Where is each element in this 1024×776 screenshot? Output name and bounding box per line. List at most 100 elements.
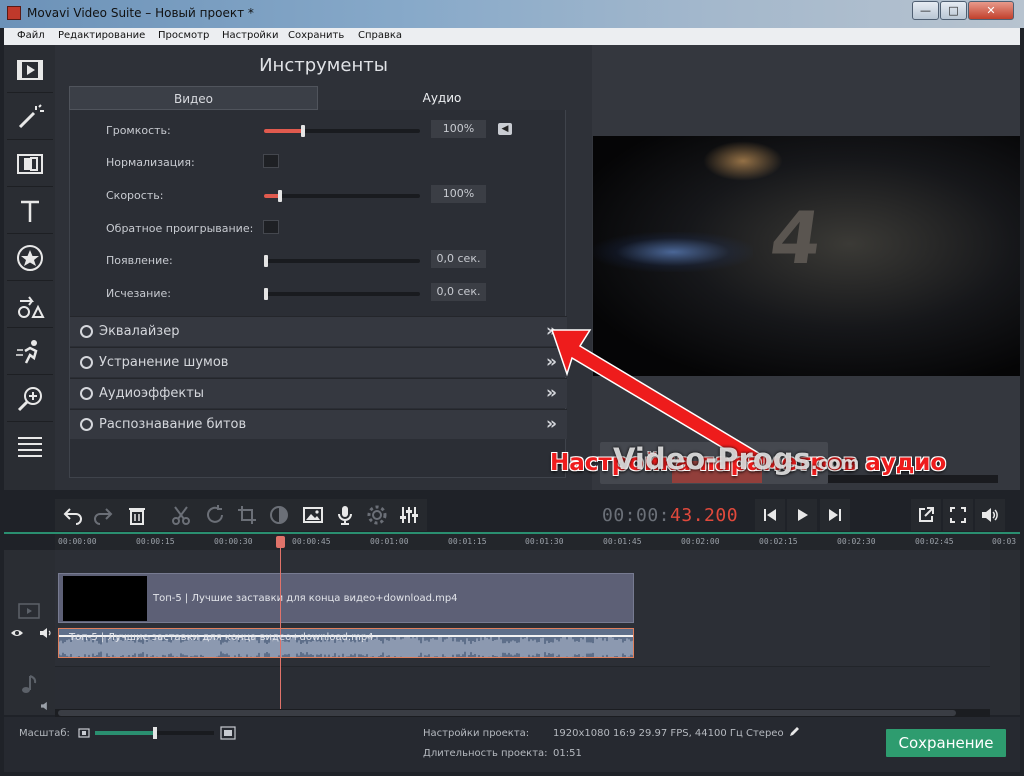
menu-view[interactable]: Просмотр <box>158 30 209 41</box>
sidebar-motion[interactable] <box>7 329 53 375</box>
accordion-label: Аудиоэффекты <box>99 386 205 401</box>
lens-flare <box>593 232 753 272</box>
redo-button[interactable] <box>88 499 118 531</box>
sidebar-more[interactable] <box>7 423 53 469</box>
undo-button[interactable] <box>58 499 88 531</box>
zoom-in-icon[interactable] <box>220 726 236 740</box>
volume-button[interactable] <box>975 499 1005 531</box>
watermark-suffix: .com <box>810 453 860 474</box>
duration-value: 01:51 <box>553 748 582 759</box>
save-button[interactable]: Сохранение <box>886 729 1006 757</box>
volume-value[interactable]: 100% <box>431 120 486 138</box>
menu-help[interactable]: Справка <box>358 30 402 41</box>
accordion-equalizer[interactable]: Эквалайзер » <box>70 316 567 346</box>
time-ruler[interactable]: 00:00:00 00:00:15 00:00:30 00:00:45 00:0… <box>55 534 1020 550</box>
fullscreen-button[interactable] <box>943 499 973 531</box>
cut-button[interactable] <box>166 499 196 531</box>
zoom-out-icon[interactable] <box>78 727 90 739</box>
scrollbar-thumb[interactable] <box>58 710 956 716</box>
menu-file[interactable]: Файл <box>17 30 45 41</box>
next-frame-button[interactable] <box>820 499 850 531</box>
tools-panel: Инструменты Видео Аудио Громкость: 100% … <box>55 45 592 490</box>
reverse-checkbox[interactable] <box>263 220 279 234</box>
transitions-icon <box>17 153 43 174</box>
playhead[interactable] <box>280 537 281 710</box>
trash-icon <box>129 508 145 525</box>
sidebar-transitions[interactable] <box>7 141 53 187</box>
accordion-audio-effects[interactable]: Аудиоэффекты » <box>70 378 567 408</box>
menu-bar: Файл Редактирование Просмотр Настройки С… <box>4 28 1020 45</box>
accordion-label: Распознавание битов <box>99 417 247 432</box>
crop-button[interactable] <box>232 499 262 531</box>
color-adjust-button[interactable] <box>264 499 294 531</box>
fadein-knob[interactable] <box>264 255 268 267</box>
previous-frame-button[interactable] <box>755 499 785 531</box>
maximize-button[interactable]: □ <box>940 1 967 20</box>
audio-properties-button[interactable] <box>394 499 424 531</box>
pencil-icon[interactable] <box>788 726 800 738</box>
ruler-tick: 00:02:45 <box>915 537 954 546</box>
play-icon <box>798 509 808 521</box>
chevron-right-icon: » <box>546 383 557 403</box>
export-frame-button[interactable] <box>911 499 941 531</box>
eye-icon[interactable] <box>10 628 24 638</box>
speaker-icon[interactable]: ◀ <box>498 123 512 135</box>
project-settings-value: 1920x1080 16:9 29.97 FPS, 44100 Гц Стере… <box>553 728 784 739</box>
close-button[interactable]: ✕ <box>968 1 1014 20</box>
minimize-button[interactable]: — <box>912 1 939 20</box>
window-title: Movavi Video Suite – Новый проект * <box>27 6 254 20</box>
image-button[interactable] <box>298 499 328 531</box>
volume-slider[interactable] <box>264 125 420 137</box>
menu-settings[interactable]: Настройки <box>222 30 278 41</box>
music-volume-icon[interactable] <box>39 701 53 711</box>
video-preview[interactable]: 4 <box>593 136 1020 376</box>
tab-audio[interactable]: Аудио <box>318 86 566 110</box>
sidebar-import[interactable] <box>7 47 53 93</box>
menu-edit[interactable]: Редактирование <box>58 30 145 41</box>
external-link-icon <box>919 507 934 522</box>
zoom-slider[interactable] <box>95 727 214 739</box>
record-audio-button[interactable] <box>330 499 360 531</box>
fadein-value[interactable]: 0,0 сек. <box>431 250 486 268</box>
film-icon <box>17 59 43 80</box>
sidebar-stickers[interactable] <box>7 235 53 281</box>
horizontal-scrollbar[interactable] <box>55 709 990 717</box>
sidebar-filters[interactable] <box>7 94 53 140</box>
accordion-noise-removal[interactable]: Устранение шумов » <box>70 347 567 377</box>
track-volume-icon[interactable] <box>39 627 53 639</box>
settings-button[interactable] <box>362 499 392 531</box>
zoom-knob[interactable] <box>153 727 157 739</box>
playhead-handle[interactable] <box>276 536 285 548</box>
time-display: 00:00:43.200 <box>602 505 738 526</box>
play-button[interactable] <box>787 499 817 531</box>
ruler-tick: 00:01:00 <box>370 537 409 546</box>
speed-slider[interactable] <box>264 190 420 202</box>
menu-save[interactable]: Сохранить <box>288 30 344 41</box>
fadeout-slider[interactable] <box>264 288 420 300</box>
sidebar-zoom[interactable] <box>7 376 53 422</box>
fadeout-knob[interactable] <box>264 288 268 300</box>
preview-panel: 4 <box>592 45 1020 490</box>
accordion-beat-detection[interactable]: Распознавание битов » <box>70 409 567 439</box>
vertical-scrollbar[interactable] <box>990 550 1020 715</box>
speed-label: Скорость: <box>106 189 164 202</box>
status-bar: Масштаб: Настройки проекта: 1920x1080 16… <box>4 717 1020 772</box>
sidebar-callouts[interactable] <box>7 282 53 328</box>
accordion-label: Эквалайзер <box>99 324 180 339</box>
rotate-button[interactable] <box>200 499 230 531</box>
speed-value[interactable]: 100% <box>431 185 486 203</box>
edit-toolbar <box>55 499 427 531</box>
volume-knob[interactable] <box>301 125 305 137</box>
fadein-slider[interactable] <box>264 255 420 267</box>
tab-video[interactable]: Видео <box>69 86 318 110</box>
speed-knob[interactable] <box>277 190 282 202</box>
timeline-tracks[interactable]: Топ-5 | Лучшие заставки для конца видео+… <box>55 550 1020 710</box>
sidebar-titles[interactable] <box>7 188 53 234</box>
fadeout-value[interactable]: 0,0 сек. <box>431 283 486 301</box>
normalize-checkbox[interactable] <box>263 154 279 168</box>
audio-clip[interactable]: Топ-5 | Лучшие заставки для конца видео+… <box>58 628 634 658</box>
music-track[interactable] <box>55 666 1020 710</box>
radio-icon <box>80 356 93 369</box>
video-clip[interactable]: Топ-5 | Лучшие заставки для конца видео+… <box>58 573 634 623</box>
delete-button[interactable] <box>122 499 152 531</box>
